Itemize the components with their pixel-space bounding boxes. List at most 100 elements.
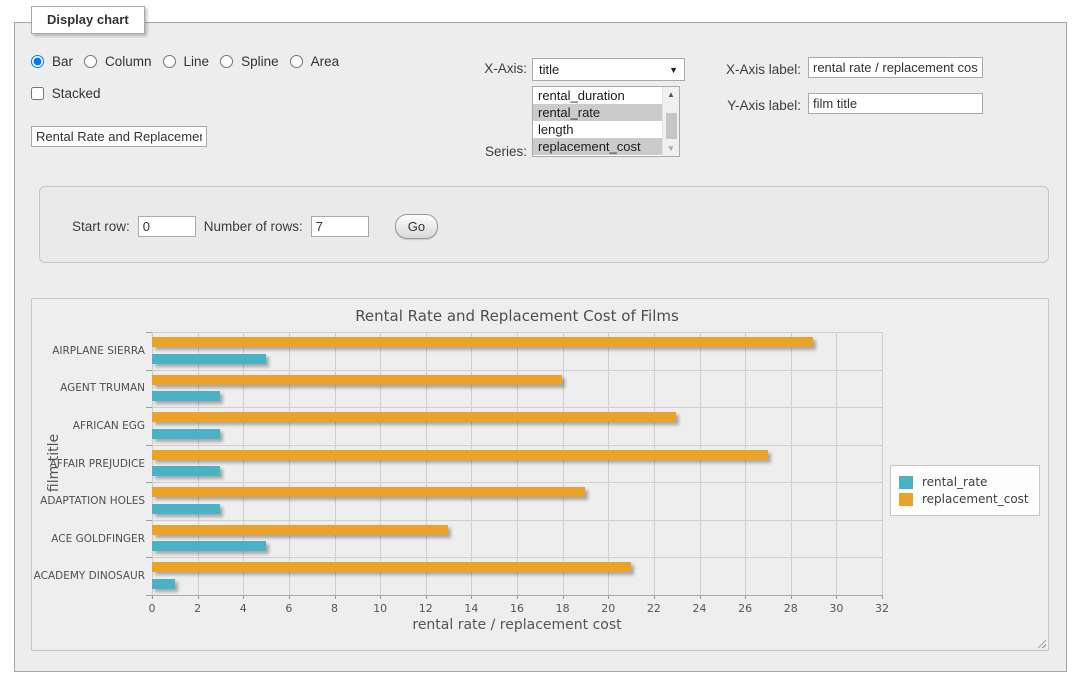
x-axis-select-label: X-Axis: xyxy=(455,61,527,76)
row-range-panel: Start row: Number of rows: Go xyxy=(39,186,1049,263)
x-tick-label: 26 xyxy=(730,602,760,615)
x-axis-select[interactable]: title ▼ xyxy=(532,58,685,81)
radio-spline[interactable] xyxy=(220,55,233,68)
gridline xyxy=(700,332,701,595)
gridline xyxy=(836,332,837,595)
resize-handle-icon[interactable] xyxy=(1035,637,1046,648)
bar-rental-rate xyxy=(152,466,220,476)
series-scrollbar[interactable]: ▲ ▼ xyxy=(662,87,679,156)
bar-rental-rate xyxy=(152,429,220,439)
legend-swatch xyxy=(899,493,913,506)
x-tick-label: 28 xyxy=(776,602,806,615)
y-tick-mark xyxy=(146,520,152,521)
gridline xyxy=(882,332,883,595)
x-axis-title: rental rate / replacement cost xyxy=(152,617,882,633)
stacked-label[interactable]: Stacked xyxy=(52,86,101,101)
gridline xyxy=(335,332,336,595)
radio-column[interactable] xyxy=(84,55,97,68)
bar-rental-rate xyxy=(152,504,220,514)
series-listbox[interactable]: rental_duration rental_rate length repla… xyxy=(532,86,680,157)
radio-area[interactable] xyxy=(290,55,303,68)
category-label: AGENT TRUMAN xyxy=(33,382,145,394)
stacked-row: Stacked xyxy=(31,86,101,101)
x-tick-label: 20 xyxy=(593,602,623,615)
number-of-rows-label: Number of rows: xyxy=(204,219,303,234)
radio-line[interactable] xyxy=(163,55,176,68)
radio-line-label[interactable]: Line xyxy=(184,54,210,69)
gridline xyxy=(517,332,518,595)
x-tick-label: 30 xyxy=(821,602,851,615)
bar-replacement-cost xyxy=(152,412,676,422)
start-row-label: Start row: xyxy=(72,219,130,234)
legend-row: replacement_cost xyxy=(899,492,1029,506)
x-tick-label: 8 xyxy=(320,602,350,615)
gridline xyxy=(152,332,153,595)
legend-row: rental_rate xyxy=(899,475,1029,489)
series-option-rental-duration[interactable]: rental_duration xyxy=(533,87,662,104)
gridline xyxy=(152,445,882,446)
x-tick-label: 18 xyxy=(548,602,578,615)
stacked-checkbox[interactable] xyxy=(31,87,44,100)
bar-replacement-cost xyxy=(152,375,562,385)
x-tick-label: 6 xyxy=(274,602,304,615)
gridline xyxy=(152,332,882,333)
radio-bar[interactable] xyxy=(31,55,44,68)
legend-label: replacement_cost xyxy=(922,492,1029,506)
x-tick-label: 24 xyxy=(685,602,715,615)
scrollbar-thumb[interactable] xyxy=(666,113,677,139)
bar-replacement-cost xyxy=(152,562,631,572)
fieldset-legend: Display chart xyxy=(31,6,145,34)
start-row-input[interactable] xyxy=(138,216,196,237)
number-of-rows-input[interactable] xyxy=(311,216,369,237)
y-axis-label-input[interactable] xyxy=(808,93,983,114)
y-axis-title: film title xyxy=(46,423,62,503)
y-tick-mark xyxy=(146,557,152,558)
bar-replacement-cost xyxy=(152,487,585,497)
bar-rental-rate xyxy=(152,541,266,551)
gridline xyxy=(471,332,472,595)
x-tick-label: 4 xyxy=(228,602,258,615)
gridline xyxy=(791,332,792,595)
series-option-rental-rate[interactable]: rental_rate xyxy=(533,104,662,121)
series-list-label: Series: xyxy=(455,144,527,159)
chart-legend: rental_rate replacement_cost xyxy=(890,465,1040,516)
x-tick-label: 22 xyxy=(639,602,669,615)
go-button[interactable]: Go xyxy=(395,214,438,239)
gridline xyxy=(152,557,882,558)
scroll-up-icon[interactable]: ▲ xyxy=(663,87,679,102)
gridline xyxy=(654,332,655,595)
gridline xyxy=(198,332,199,595)
x-axis-label-caption: X-Axis label: xyxy=(721,62,801,77)
radio-column-label[interactable]: Column xyxy=(105,54,152,69)
chart-type-radio-group: Bar Column Line Spline Area xyxy=(31,54,346,69)
x-tick-label: 0 xyxy=(137,602,167,615)
chevron-down-icon: ▼ xyxy=(669,60,678,81)
display-chart-fieldset: Display chart Bar Column Line Spline Are… xyxy=(14,22,1067,672)
y-tick-mark xyxy=(146,370,152,371)
y-axis-label-caption: Y-Axis label: xyxy=(721,98,801,113)
radio-area-label[interactable]: Area xyxy=(311,54,340,69)
legend-label: rental_rate xyxy=(922,475,987,489)
x-tick-label: 14 xyxy=(456,602,486,615)
series-options: rental_duration rental_rate length repla… xyxy=(533,87,662,156)
scroll-down-icon[interactable]: ▼ xyxy=(663,141,679,156)
y-tick-mark xyxy=(146,332,152,333)
x-tick-label: 16 xyxy=(502,602,532,615)
radio-spline-label[interactable]: Spline xyxy=(241,54,279,69)
x-axis-label-input[interactable] xyxy=(808,57,983,78)
bar-replacement-cost xyxy=(152,337,813,347)
bar-replacement-cost xyxy=(152,450,768,460)
gridline xyxy=(289,332,290,595)
series-option-length[interactable]: length xyxy=(533,121,662,138)
chart-title-input[interactable] xyxy=(31,126,207,147)
chart-panel: Rental Rate and Replacement Cost of Film… xyxy=(31,298,1049,651)
gridline xyxy=(152,370,882,371)
bar-rental-rate xyxy=(152,354,266,364)
gridline xyxy=(243,332,244,595)
y-tick-mark xyxy=(146,482,152,483)
category-label: AIRPLANE SIERRA xyxy=(33,345,145,357)
category-label: ACE GOLDFINGER xyxy=(33,533,145,545)
radio-bar-label[interactable]: Bar xyxy=(52,54,73,69)
series-option-replacement-cost[interactable]: replacement_cost xyxy=(533,138,662,155)
gridline xyxy=(563,332,564,595)
